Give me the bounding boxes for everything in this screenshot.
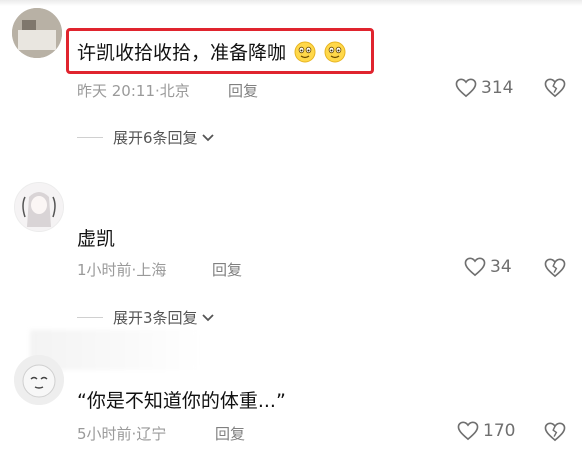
comment-3-reply-button[interactable]: 回复 [215, 423, 245, 444]
top-edge-fade [0, 0, 582, 6]
comment-1-like-count: 314 [481, 78, 514, 98]
comment-1-meta: 昨天 20:11·北京 [77, 80, 190, 101]
comment-2-avatar[interactable] [14, 182, 64, 232]
comment-3-meta: 5小时前·辽宁 [77, 423, 166, 444]
comment-1-expand-label: 展开6条回复 [113, 129, 198, 147]
comment-1-dislike-button[interactable] [544, 78, 566, 102]
comment-1-location: 北京 [159, 82, 190, 100]
comment-2-meta: 1小时前·上海 [77, 259, 166, 280]
chevron-down-icon [201, 313, 214, 321]
comment-1-like-button[interactable]: 314 [455, 78, 513, 98]
comment-2-reply-button[interactable]: 回复 [212, 259, 242, 280]
comment-3-location: 辽宁 [136, 425, 167, 443]
comment-2-dislike-button[interactable] [544, 258, 566, 282]
comment-2-like-count: 34 [490, 257, 512, 277]
comment-3-text: “你是不知道你的体重...” [77, 390, 286, 412]
heart-outline-icon [464, 257, 486, 277]
comment-2-time: 1小时前 [77, 261, 132, 279]
heart-outline-icon [455, 78, 477, 98]
comment-2-text: 虚凯 [77, 228, 116, 250]
expand-divider-line [77, 137, 103, 138]
comment-3-like-count: 170 [483, 421, 516, 441]
heart-outline-icon [457, 421, 479, 441]
comment-3-avatar[interactable] [14, 355, 64, 405]
broken-heart-icon [544, 258, 566, 278]
expand-divider-line [77, 317, 103, 318]
smiling-face-emoji-icon [324, 41, 346, 63]
smiling-face-emoji-icon [294, 41, 316, 63]
comment-2-like-button[interactable]: 34 [464, 257, 512, 277]
comment-3-like-button[interactable]: 170 [457, 421, 515, 441]
comment-3-time: 5小时前 [77, 425, 132, 443]
comment-1-reply-button[interactable]: 回复 [228, 80, 258, 101]
comment-3-dislike-button[interactable] [544, 422, 566, 446]
comment-1-expand-replies[interactable]: 展开6条回复 [77, 127, 215, 148]
comment-1-avatar[interactable] [12, 8, 62, 58]
comment-2-expand-replies[interactable]: 展开3条回复 [77, 307, 215, 328]
comment-1-text-row: 许凯收拾收拾，准备降咖 [77, 38, 346, 65]
broken-heart-icon [544, 78, 566, 98]
comment-1-text: 许凯收拾收拾，准备降咖 [77, 42, 287, 64]
chevron-down-icon [201, 133, 214, 141]
comment-2-location: 上海 [136, 261, 167, 279]
comment-1-time: 昨天 20:11 [77, 82, 155, 100]
comment-2-expand-label: 展开3条回复 [113, 309, 198, 327]
broken-heart-icon [544, 422, 566, 442]
